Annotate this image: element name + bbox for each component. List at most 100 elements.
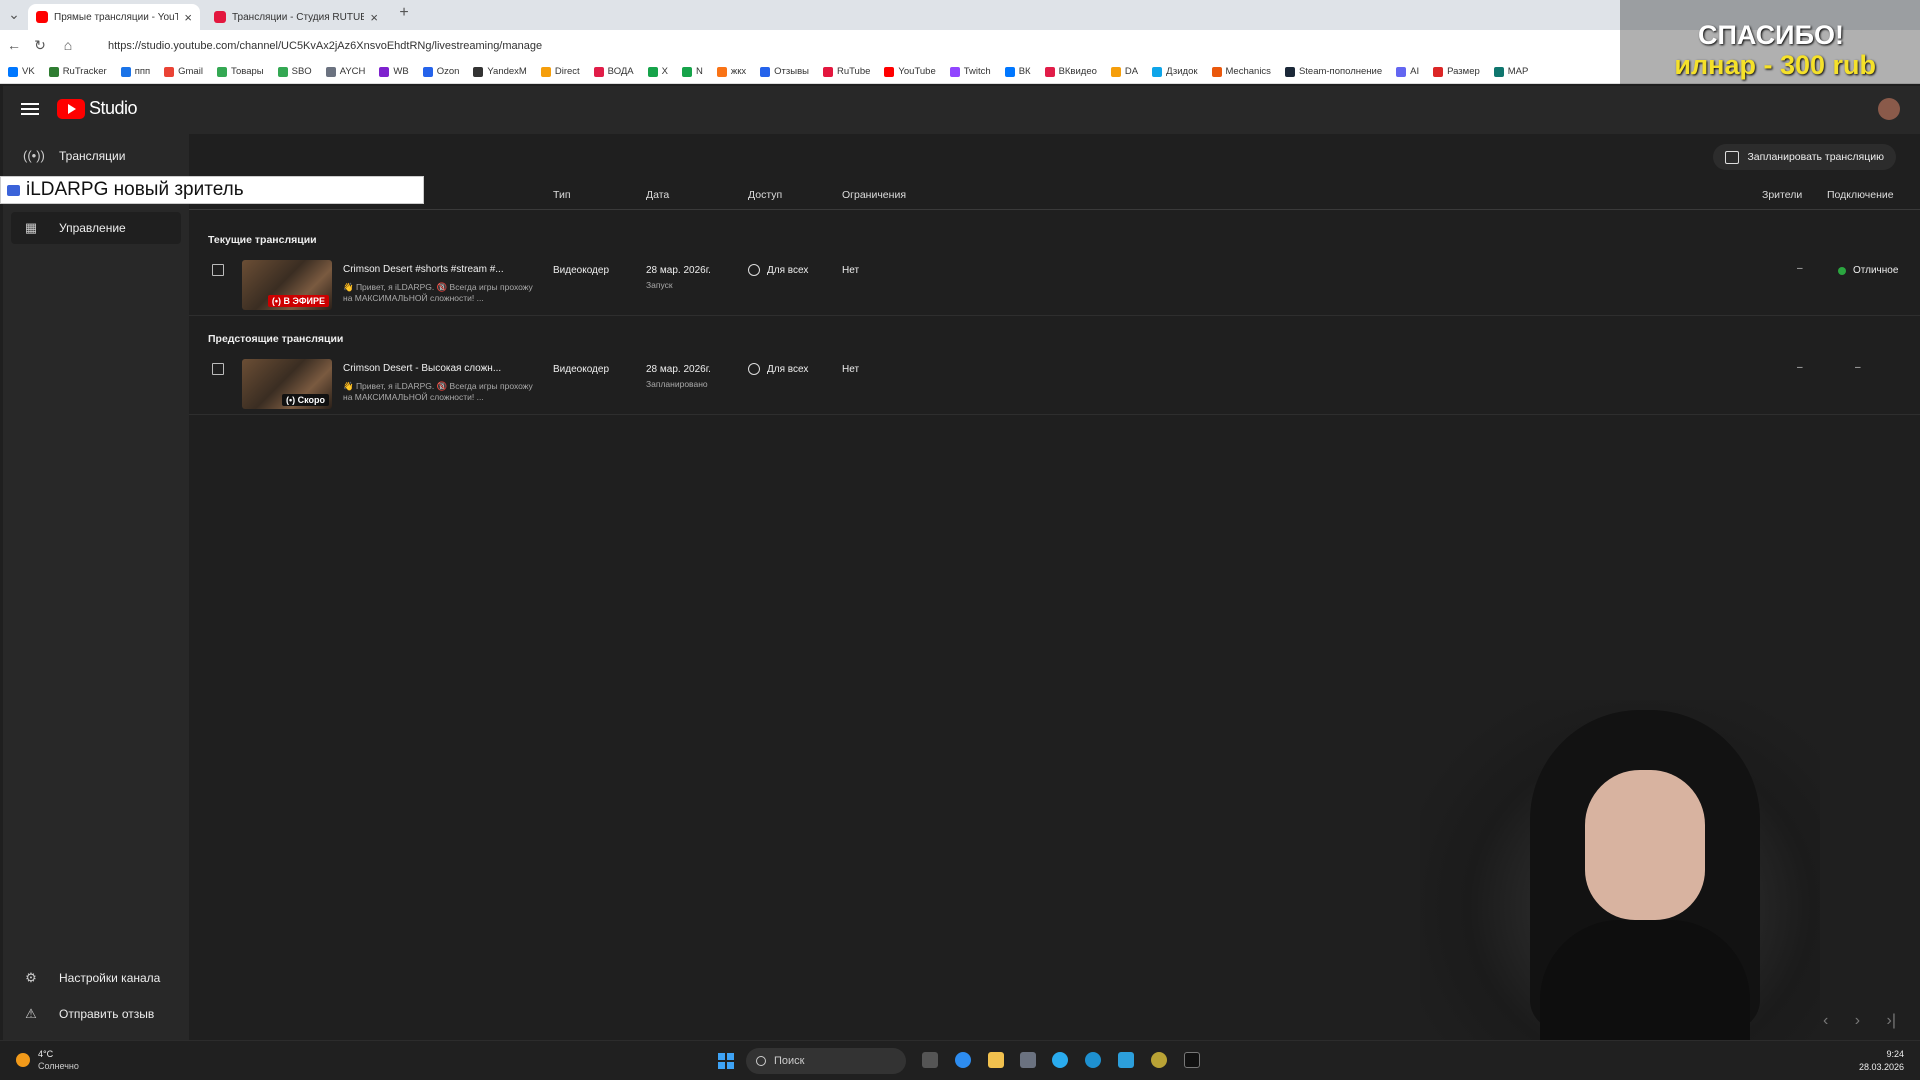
calculator-icon[interactable] bbox=[1020, 1052, 1036, 1068]
weather-temperature[interactable]: 4°C bbox=[38, 1049, 53, 1059]
bookmark-item[interactable]: жкх bbox=[716, 66, 746, 77]
bookmark-favicon-icon bbox=[325, 66, 336, 77]
stream-restrictions: Нет bbox=[842, 265, 860, 276]
weather-description[interactable]: Солнечно bbox=[38, 1061, 79, 1071]
task-view-icon[interactable] bbox=[922, 1052, 938, 1068]
close-tab-icon[interactable]: × bbox=[184, 10, 192, 25]
hamburger-menu-icon[interactable] bbox=[21, 100, 39, 118]
column-type[interactable]: Тип bbox=[553, 189, 571, 201]
bookmark-item[interactable]: DA bbox=[1110, 66, 1138, 77]
edge-icon[interactable] bbox=[1085, 1052, 1101, 1068]
stream-date: 28 мар. 2026г. bbox=[646, 364, 711, 375]
sidebar-item-label: Управление bbox=[59, 221, 126, 235]
telegram-icon[interactable] bbox=[1052, 1052, 1068, 1068]
bookmark-label: Дзидок bbox=[1166, 66, 1198, 77]
bookmark-item[interactable]: WB bbox=[379, 66, 409, 77]
stream-access[interactable]: Для всех bbox=[767, 265, 808, 276]
avatar[interactable] bbox=[1878, 98, 1900, 120]
bookmark-item[interactable]: Direct bbox=[540, 66, 580, 77]
reload-icon[interactable]: ↻ bbox=[32, 37, 48, 54]
bookmark-item[interactable]: MAP bbox=[1493, 66, 1528, 77]
sidebar-item-broadcasts[interactable]: ((•)) Трансляции bbox=[11, 140, 181, 172]
search-placeholder: Поиск bbox=[774, 1055, 805, 1067]
bookmark-item[interactable]: Товары bbox=[216, 66, 264, 77]
bookmark-item[interactable]: Mechanics bbox=[1211, 66, 1271, 77]
bookmark-label: Steam-пополнение bbox=[1298, 66, 1383, 77]
column-restrictions[interactable]: Ограничения bbox=[842, 189, 906, 201]
stream-title[interactable]: Crimson Desert - Высокая сложн... bbox=[343, 363, 501, 374]
row-checkbox[interactable] bbox=[212, 363, 224, 375]
stream-access[interactable]: Для всех bbox=[767, 364, 808, 375]
table-row[interactable]: (•) В ЭФИРЕ Crimson Desert #shorts #stre… bbox=[189, 254, 1920, 316]
stream-thumbnail[interactable]: (•) Скоро bbox=[242, 359, 332, 409]
column-date[interactable]: Дата bbox=[646, 189, 669, 201]
schedule-stream-button[interactable]: Запланировать трансляцию bbox=[1713, 144, 1896, 170]
bookmark-label: Отзывы bbox=[774, 66, 809, 77]
bookmark-item[interactable]: ВК bbox=[1004, 66, 1031, 77]
bookmark-item[interactable]: AYCH bbox=[325, 66, 365, 77]
bookmark-item[interactable]: Дзидок bbox=[1152, 66, 1198, 77]
bookmark-item[interactable]: VK bbox=[8, 66, 35, 77]
windows-start-icon[interactable] bbox=[718, 1053, 734, 1069]
table-row[interactable]: (•) Скоро Crimson Desert - Высокая сложн… bbox=[189, 353, 1920, 415]
tab-youtube-studio[interactable]: Прямые трансляции - YouTube S × bbox=[28, 4, 200, 30]
close-tab-icon[interactable]: × bbox=[370, 10, 378, 25]
stream-title[interactable]: Crimson Desert #shorts #stream #... bbox=[343, 264, 504, 275]
bookmark-favicon-icon bbox=[1433, 66, 1444, 77]
bookmark-label: RuTracker bbox=[62, 66, 107, 77]
terminal-icon[interactable] bbox=[1184, 1052, 1200, 1068]
tab-rutube-studio[interactable]: Трансляции - Студия RUTUBE × bbox=[206, 4, 386, 30]
clock-date[interactable]: 28.03.2026 bbox=[1859, 1062, 1904, 1072]
column-viewers[interactable]: Зрители bbox=[1762, 189, 1802, 201]
clock-time[interactable]: 9:24 bbox=[1886, 1049, 1904, 1059]
bookmark-item[interactable]: Отзывы bbox=[760, 66, 809, 77]
bookmark-item[interactable]: X bbox=[647, 66, 668, 77]
sun-icon[interactable] bbox=[16, 1053, 30, 1067]
bookmark-item[interactable]: YouTube bbox=[884, 66, 936, 77]
bookmark-item[interactable]: RuTube bbox=[822, 66, 870, 77]
bookmark-item[interactable]: ВКвидео bbox=[1044, 66, 1097, 77]
next-page-icon[interactable]: › bbox=[1855, 1012, 1860, 1029]
bookmark-label: X bbox=[661, 66, 668, 77]
bookmark-item[interactable]: N bbox=[682, 66, 703, 77]
bookmark-item[interactable]: YandexM bbox=[473, 66, 527, 77]
bookmark-favicon-icon bbox=[216, 66, 227, 77]
calendar-plus-icon bbox=[1725, 150, 1740, 164]
url-input[interactable]: https://studio.youtube.com/channel/UC5Kv… bbox=[92, 35, 1592, 57]
file-explorer-icon[interactable] bbox=[988, 1052, 1004, 1068]
sidebar-item-channel-settings[interactable]: ⚙ Настройки канала bbox=[11, 962, 181, 994]
column-connection[interactable]: Подключение bbox=[1827, 189, 1894, 201]
prev-page-icon[interactable]: ‹ bbox=[1823, 1012, 1828, 1029]
chrome-icon[interactable] bbox=[955, 1052, 971, 1068]
bookmark-item[interactable]: SBO bbox=[277, 66, 312, 77]
home-icon[interactable]: ⌂ bbox=[60, 37, 76, 53]
bookmark-item[interactable]: RuTracker bbox=[48, 66, 107, 77]
bookmark-item[interactable]: Размер bbox=[1433, 66, 1480, 77]
bookmark-favicon-icon bbox=[1493, 66, 1504, 77]
stream-thumbnail[interactable]: (•) В ЭФИРЕ bbox=[242, 260, 332, 310]
bookmark-item[interactable]: Ozon bbox=[422, 66, 459, 77]
studio-logo[interactable]: Studio bbox=[57, 98, 138, 119]
sidebar-item-send-feedback[interactable]: ⚠ Отправить отзыв bbox=[11, 998, 181, 1030]
bookmark-item[interactable]: Twitch bbox=[949, 66, 991, 77]
bookmark-label: AI bbox=[1410, 66, 1420, 77]
tab-list-chevron-icon[interactable]: ⌄ bbox=[6, 6, 22, 23]
bookmark-item[interactable]: Gmail bbox=[164, 66, 203, 77]
new-tab-button[interactable]: + bbox=[396, 4, 412, 22]
obs-icon[interactable] bbox=[1151, 1052, 1167, 1068]
last-page-icon[interactable]: ›| bbox=[1887, 1012, 1896, 1029]
youtube-favicon-icon bbox=[36, 11, 48, 23]
chat-app-icon[interactable] bbox=[1118, 1052, 1134, 1068]
bookmark-item[interactable]: ппп bbox=[120, 66, 150, 77]
row-checkbox[interactable] bbox=[212, 264, 224, 276]
taskbar-search[interactable]: Поиск bbox=[746, 1048, 906, 1074]
bookmark-item[interactable]: AI bbox=[1396, 66, 1419, 77]
schedule-button-label: Запланировать трансляцию bbox=[1747, 151, 1884, 163]
back-arrow-icon[interactable]: ← bbox=[6, 37, 22, 53]
bookmark-item[interactable]: Steam-пополнение bbox=[1284, 66, 1383, 77]
column-access[interactable]: Доступ bbox=[748, 189, 782, 201]
bookmark-favicon-icon bbox=[164, 66, 175, 77]
sidebar-item-manage[interactable]: ▦ Управление bbox=[11, 212, 181, 244]
bookmark-label: ВКвидео bbox=[1058, 66, 1097, 77]
bookmark-item[interactable]: ВОДА bbox=[593, 66, 634, 77]
